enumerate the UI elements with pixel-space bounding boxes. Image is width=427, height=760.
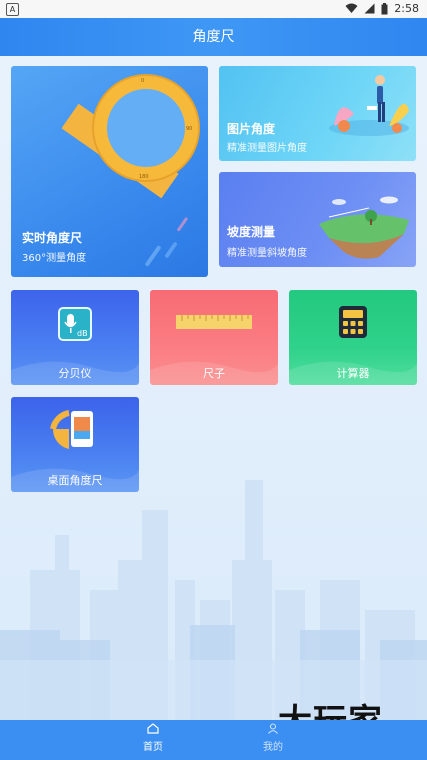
card-subtitle: 360°测量角度 — [22, 253, 87, 264]
svg-text:dB: dB — [77, 329, 88, 338]
tab-label: 我的 — [263, 742, 283, 753]
tab-home[interactable]: 首页 — [123, 723, 183, 753]
battery-icon — [381, 2, 388, 14]
status-bar: A 2:58 — [0, 0, 427, 18]
app-header: 角度尺 — [0, 18, 427, 56]
wifi-icon — [345, 3, 358, 13]
card-title: 坡度测量 — [227, 225, 276, 239]
desktop-protractor-icon — [50, 410, 93, 449]
home-icon — [147, 723, 159, 734]
card-title: 计算器 — [336, 367, 370, 380]
card-title: 尺子 — [203, 367, 225, 380]
card-subtitle: 精准测量图片角度 — [227, 143, 307, 154]
calculator-card[interactable]: 计算器 — [289, 290, 417, 385]
bottom-tab-bar: 首页 我的 — [0, 720, 427, 760]
decibel-meter-card[interactable]: dB 分贝仪 — [11, 290, 139, 385]
app-notification-icon: A — [6, 3, 19, 16]
svg-text:180: 180 — [139, 174, 149, 180]
tab-label: 首页 — [143, 742, 163, 753]
calculator-icon — [339, 306, 367, 338]
city-skyline-background — [0, 480, 427, 720]
card-title: 图片角度 — [227, 122, 276, 136]
card-title: 分贝仪 — [58, 367, 92, 380]
card-subtitle: 精准测量斜坡角度 — [227, 248, 307, 259]
card-title: 实时角度尺 — [22, 231, 83, 245]
clock: 2:58 — [394, 2, 419, 15]
page-title: 角度尺 — [192, 29, 235, 45]
decibel-microphone-icon: dB — [58, 307, 92, 341]
svg-text:90: 90 — [186, 126, 192, 132]
signal-icon — [364, 3, 375, 14]
tab-me[interactable]: 我的 — [243, 723, 303, 753]
realtime-protractor-card[interactable]: 0 90 180 实时角度尺 360°测量角度 — [11, 66, 208, 277]
slope-measure-card[interactable]: 坡度测量 精准测量斜坡角度 — [219, 172, 416, 267]
desktop-protractor-card[interactable]: 桌面角度尺 — [11, 397, 139, 492]
person-icon — [268, 723, 278, 734]
svg-text:0: 0 — [141, 78, 144, 84]
ruler-icon — [176, 315, 252, 329]
image-angle-card[interactable]: 图片角度 精准测量图片角度 — [219, 66, 416, 161]
ruler-card[interactable]: 尺子 — [150, 290, 278, 385]
